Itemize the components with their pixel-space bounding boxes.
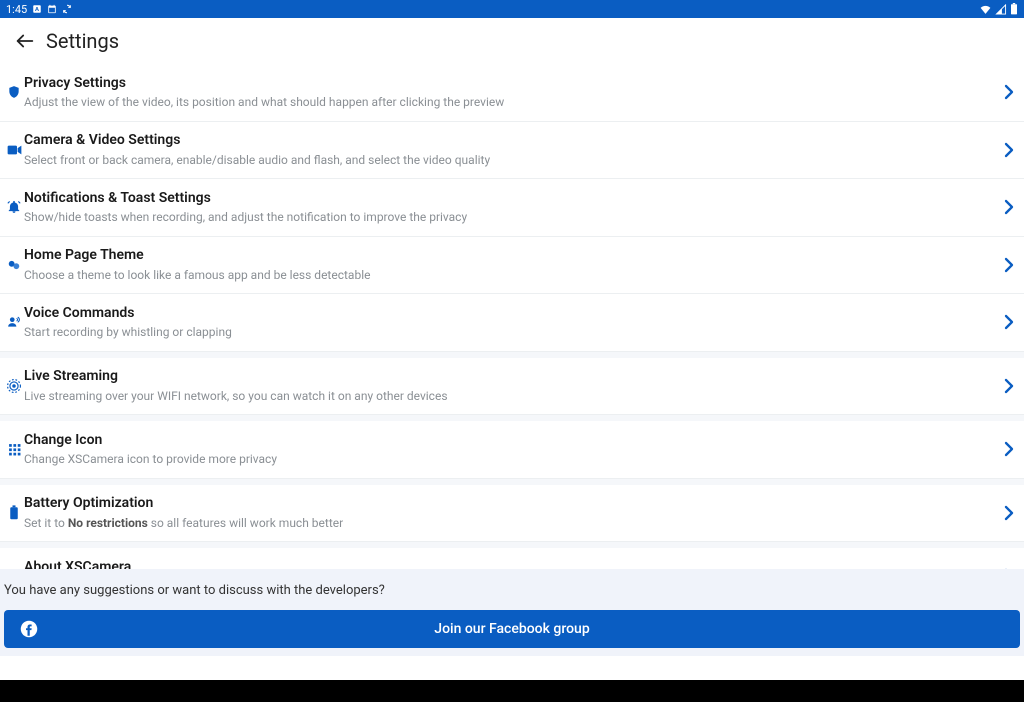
footer: You have any suggestions or want to disc… [0, 569, 1024, 656]
wifi-icon [979, 4, 992, 15]
row-title: Camera & Video Settings [24, 132, 996, 150]
sync-icon [62, 4, 72, 14]
row-subtitle: Live streaming over your WIFI network, s… [24, 389, 996, 404]
chevron-right-icon [1004, 505, 1014, 521]
row-body: Privacy Settings Adjust the view of the … [24, 75, 1004, 111]
signal-icon [995, 4, 1007, 15]
row-camera-video-settings[interactable]: Camera & Video Settings Select front or … [0, 122, 1024, 180]
row-body: Live Streaming Live streaming over your … [24, 368, 1004, 404]
calendar-icon [47, 4, 57, 14]
row-title: Live Streaming [24, 368, 996, 386]
sub-prefix: Set it to [24, 516, 68, 530]
row-voice-commands[interactable]: Voice Commands Start recording by whistl… [0, 294, 1024, 352]
row-battery-optimization[interactable]: Battery Optimization Set it to No restri… [0, 479, 1024, 543]
sub-bold: No restrictions [68, 516, 148, 530]
row-title: Home Page Theme [24, 247, 996, 265]
row-change-icon[interactable]: Change Icon Change XSCamera icon to prov… [0, 415, 1024, 479]
live-icon [6, 379, 22, 393]
chevron-right-icon [1004, 84, 1014, 100]
row-subtitle: Set it to No restrictions so all feature… [24, 516, 996, 531]
row-live-streaming[interactable]: Live Streaming Live streaming over your … [0, 352, 1024, 416]
row-subtitle: Choose a theme to look like a famous app… [24, 268, 996, 283]
row-body: Voice Commands Start recording by whistl… [24, 305, 1004, 341]
join-facebook-button[interactable]: Join our Facebook group [4, 610, 1020, 648]
square-a-icon: A [32, 4, 42, 14]
row-body: Battery Optimization Set it to No restri… [24, 495, 1004, 531]
voice-icon [6, 315, 22, 329]
status-right [979, 3, 1018, 15]
bell-icon [6, 200, 22, 214]
status-time: 1:45 [6, 3, 27, 16]
back-button[interactable] [8, 24, 42, 58]
row-title: Notifications & Toast Settings [24, 190, 996, 208]
theme-icon [6, 258, 22, 272]
chevron-right-icon [1004, 257, 1014, 273]
row-subtitle: Select front or back camera, enable/disa… [24, 153, 996, 168]
row-subtitle: Start recording by whistling or clapping [24, 325, 996, 340]
row-privacy-settings[interactable]: Privacy Settings Adjust the view of the … [0, 64, 1024, 122]
row-body: Change Icon Change XSCamera icon to prov… [24, 432, 1004, 468]
facebook-icon [20, 620, 38, 638]
row-title: Privacy Settings [24, 75, 996, 93]
shield-icon [6, 85, 22, 99]
status-left: 1:45 A [6, 3, 72, 16]
page-title: Settings [46, 29, 119, 53]
row-home-page-theme[interactable]: Home Page Theme Choose a theme to look l… [0, 237, 1024, 295]
row-title: Battery Optimization [24, 495, 996, 513]
app-header: Settings [0, 18, 1024, 64]
row-title: Change Icon [24, 432, 996, 450]
row-body: Home Page Theme Choose a theme to look l… [24, 247, 1004, 283]
videocam-icon [6, 144, 22, 156]
nav-bar [0, 680, 1024, 702]
chevron-right-icon [1004, 199, 1014, 215]
row-subtitle: Change XSCamera icon to provide more pri… [24, 452, 996, 467]
battery-icon [1010, 3, 1018, 15]
row-notifications-toast-settings[interactable]: Notifications & Toast Settings Show/hide… [0, 179, 1024, 237]
chevron-right-icon [1004, 314, 1014, 330]
row-subtitle: Adjust the view of the video, its positi… [24, 95, 996, 110]
status-bar: 1:45 A [0, 0, 1024, 18]
chevron-right-icon [1004, 441, 1014, 457]
footer-prompt: You have any suggestions or want to disc… [4, 579, 1020, 610]
sub-suffix: so all features will work much better [148, 516, 343, 530]
apps-icon [6, 443, 22, 456]
facebook-button-label: Join our Facebook group [434, 621, 589, 637]
chevron-right-icon [1004, 378, 1014, 394]
row-title: Voice Commands [24, 305, 996, 323]
row-body: Camera & Video Settings Select front or … [24, 132, 1004, 168]
battery-icon [6, 505, 22, 520]
arrow-left-icon [14, 30, 36, 52]
chevron-right-icon [1004, 142, 1014, 158]
row-body: Notifications & Toast Settings Show/hide… [24, 190, 1004, 226]
row-subtitle: Show/hide toasts when recording, and adj… [24, 210, 996, 225]
settings-list: Privacy Settings Adjust the view of the … [0, 64, 1024, 606]
